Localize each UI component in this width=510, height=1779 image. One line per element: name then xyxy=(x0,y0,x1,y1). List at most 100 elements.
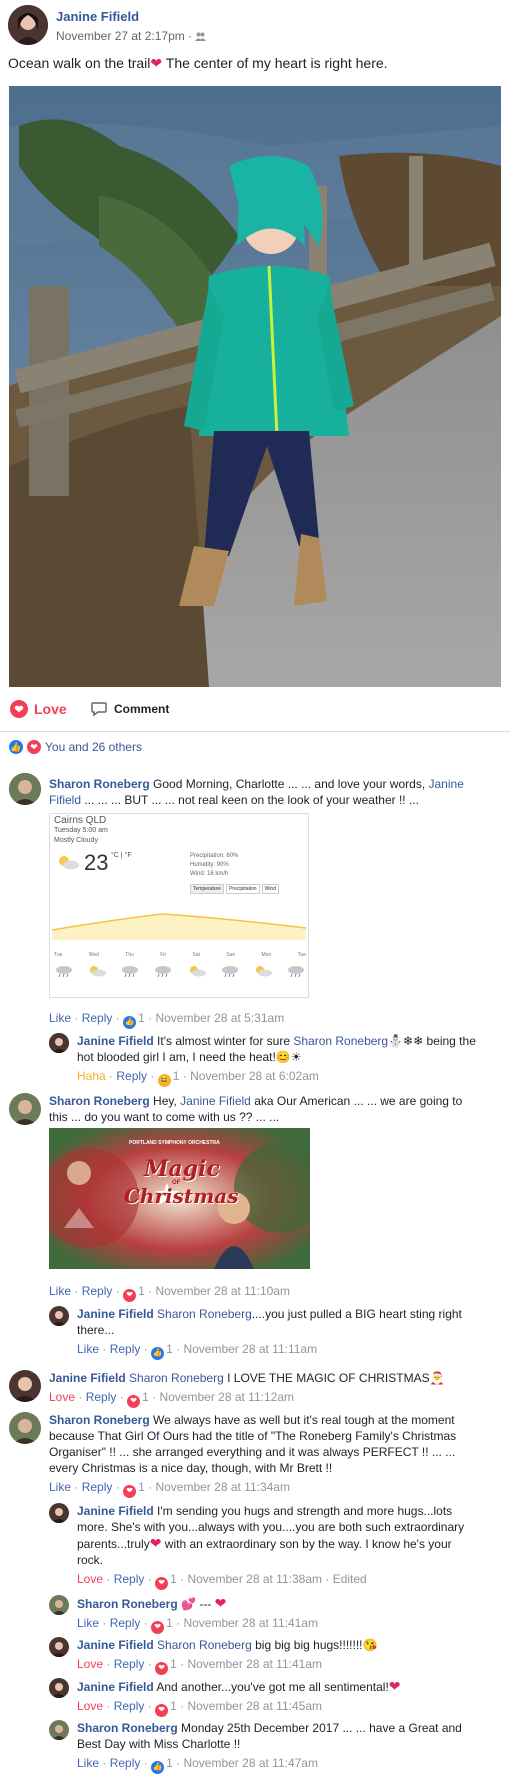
love-link[interactable]: Love xyxy=(77,1699,103,1713)
like-link[interactable]: Like xyxy=(77,1756,99,1770)
comment-timestamp[interactable]: November 28 at 11:41am xyxy=(183,1616,318,1630)
comment-timestamp[interactable]: November 28 at 11:41am xyxy=(187,1657,322,1671)
love-reaction-icon[interactable]: ❤ xyxy=(127,1394,141,1408)
love-link[interactable]: Love xyxy=(77,1657,103,1671)
reply-link[interactable]: Reply xyxy=(114,1572,145,1586)
weather-attachment[interactable]: Cairns QLD Tuesday 5:00 am Mostly Cloudy… xyxy=(49,813,309,998)
reaction-count[interactable]: 1 xyxy=(166,1756,173,1770)
love-reaction-icon[interactable]: ❤ xyxy=(155,1576,169,1590)
commenter-avatar[interactable] xyxy=(49,1678,69,1698)
snowflake-emoji-icon: ❄❄ xyxy=(403,1034,424,1048)
comment-timestamp[interactable]: November 28 at 11:11am xyxy=(183,1342,317,1356)
reply-link[interactable]: Reply xyxy=(114,1699,145,1713)
comment-mention[interactable]: Sharon Roneberg xyxy=(157,1638,252,1652)
commenter-avatar[interactable] xyxy=(49,1720,69,1740)
like-link[interactable]: Like xyxy=(77,1342,99,1356)
edited-label[interactable]: Edited xyxy=(333,1572,367,1586)
reply-link[interactable]: Reply xyxy=(82,1284,113,1298)
weather-tab[interactable]: Temperature xyxy=(190,884,225,894)
reaction-count[interactable]: 1 xyxy=(166,1616,173,1630)
reaction-count[interactable]: 1 xyxy=(173,1069,180,1083)
reply-link[interactable]: Reply xyxy=(116,1069,147,1083)
reactions-summary-text: You and 26 others xyxy=(45,740,142,754)
like-reaction-icon[interactable]: 👍 xyxy=(151,1760,165,1774)
comment-author[interactable]: Janine Fifield xyxy=(49,1371,126,1385)
comment-author[interactable]: Sharon Roneberg xyxy=(77,1597,178,1611)
commenter-avatar[interactable] xyxy=(9,1093,41,1125)
reactions-summary[interactable]: 👍 ❤ You and 26 others xyxy=(9,740,142,754)
reaction-count[interactable]: 1 xyxy=(138,1284,145,1298)
love-reaction-icon[interactable]: ❤ xyxy=(155,1661,169,1675)
love-reaction-icon[interactable]: ❤ xyxy=(123,1484,137,1498)
post-timestamp[interactable]: November 27 at 2:17pm xyxy=(56,29,185,43)
comment-author[interactable]: Janine Fifield xyxy=(77,1680,154,1694)
like-link[interactable]: Like xyxy=(49,1011,71,1025)
reaction-count[interactable]: 1 xyxy=(166,1342,173,1356)
commenter-avatar[interactable] xyxy=(9,1370,41,1402)
reaction-count[interactable]: 1 xyxy=(170,1657,177,1671)
love-link[interactable]: Love xyxy=(77,1572,103,1586)
comment-author[interactable]: Sharon Roneberg xyxy=(49,1413,150,1427)
reply-link[interactable]: Reply xyxy=(82,1480,113,1494)
like-reaction-icon[interactable]: 👍 xyxy=(123,1015,137,1029)
love-link[interactable]: Love xyxy=(49,1390,75,1404)
comment-timestamp[interactable]: November 28 at 11:34am xyxy=(155,1480,290,1494)
comment-mention[interactable]: Janine Fifield xyxy=(180,1094,251,1108)
reaction-count[interactable]: 1 xyxy=(138,1480,145,1494)
comment-button[interactable]: Comment xyxy=(90,700,169,718)
reply-link[interactable]: Reply xyxy=(110,1756,141,1770)
author-avatar[interactable] xyxy=(8,5,48,45)
comment-timestamp[interactable]: November 28 at 6:02am xyxy=(190,1069,319,1083)
comment-author[interactable]: Janine Fifield xyxy=(77,1638,154,1652)
comment-timestamp[interactable]: November 28 at 11:45am xyxy=(187,1699,322,1713)
comment-author[interactable]: Janine Fifield xyxy=(77,1034,154,1048)
commenter-avatar[interactable] xyxy=(9,773,41,805)
comment-author[interactable]: Janine Fifield xyxy=(77,1504,154,1518)
comment-author[interactable]: Sharon Roneberg xyxy=(49,777,150,791)
friends-audience-icon[interactable] xyxy=(195,29,207,43)
comment-author[interactable]: Janine Fifield xyxy=(77,1307,154,1321)
comment-timestamp[interactable]: November 28 at 5:31am xyxy=(155,1011,284,1025)
comment: Sharon Roneberg We always have as well b… xyxy=(49,1412,469,1498)
like-link[interactable]: Like xyxy=(49,1284,71,1298)
post-author-name[interactable]: Janine Fifield xyxy=(56,9,139,24)
comment-mention[interactable]: Sharon Roneberg xyxy=(293,1034,388,1048)
haha-link[interactable]: Haha xyxy=(77,1069,106,1083)
reaction-count[interactable]: 1 xyxy=(138,1011,145,1025)
weather-tab[interactable]: Wind xyxy=(261,884,279,894)
comment-author[interactable]: Sharon Roneberg xyxy=(49,1094,150,1108)
reply-link[interactable]: Reply xyxy=(110,1616,141,1630)
post-photo[interactable] xyxy=(9,86,501,687)
commenter-avatar[interactable] xyxy=(49,1033,69,1053)
love-button[interactable]: ❤ Love xyxy=(10,700,67,718)
like-link[interactable]: Like xyxy=(49,1480,71,1494)
reaction-count[interactable]: 1 xyxy=(142,1390,149,1404)
magic-of-christmas-attachment[interactable]: PORTLAND SYMPHONY ORCHESTRA Magic OF Chr… xyxy=(49,1128,310,1269)
commenter-avatar[interactable] xyxy=(49,1637,69,1657)
commenter-avatar[interactable] xyxy=(49,1503,69,1523)
reply-link[interactable]: Reply xyxy=(114,1657,145,1671)
comment-timestamp[interactable]: November 28 at 11:38am xyxy=(187,1572,322,1586)
comment-mention[interactable]: Sharon Roneberg xyxy=(129,1371,224,1385)
haha-reaction-icon[interactable]: 😆 xyxy=(157,1073,171,1087)
like-link[interactable]: Like xyxy=(77,1616,99,1630)
comment-mention[interactable]: Sharon Roneberg xyxy=(157,1307,252,1321)
comment-timestamp[interactable]: November 28 at 11:10am xyxy=(155,1284,290,1298)
like-reaction-icon[interactable]: 👍 xyxy=(151,1346,165,1360)
reaction-count[interactable]: 1 xyxy=(170,1572,177,1586)
weather-details: Precipitation: 60% Humidity: 90% Wind: 1… xyxy=(190,852,238,879)
love-reaction-icon[interactable]: ❤ xyxy=(151,1620,165,1634)
reaction-count[interactable]: 1 xyxy=(170,1699,177,1713)
comment-author[interactable]: Sharon Roneberg xyxy=(77,1721,178,1735)
love-reaction-icon[interactable]: ❤ xyxy=(123,1288,137,1302)
reply-link[interactable]: Reply xyxy=(110,1342,141,1356)
reply-link[interactable]: Reply xyxy=(86,1390,117,1404)
reply-link[interactable]: Reply xyxy=(82,1011,113,1025)
weather-tab[interactable]: Precipitation xyxy=(226,884,260,894)
commenter-avatar[interactable] xyxy=(9,1412,41,1444)
love-reaction-icon[interactable]: ❤ xyxy=(155,1703,169,1717)
commenter-avatar[interactable] xyxy=(49,1595,69,1615)
comment-timestamp[interactable]: November 28 at 11:12am xyxy=(159,1390,294,1404)
commenter-avatar[interactable] xyxy=(49,1306,69,1326)
comment-timestamp[interactable]: November 28 at 11:47am xyxy=(183,1756,318,1770)
